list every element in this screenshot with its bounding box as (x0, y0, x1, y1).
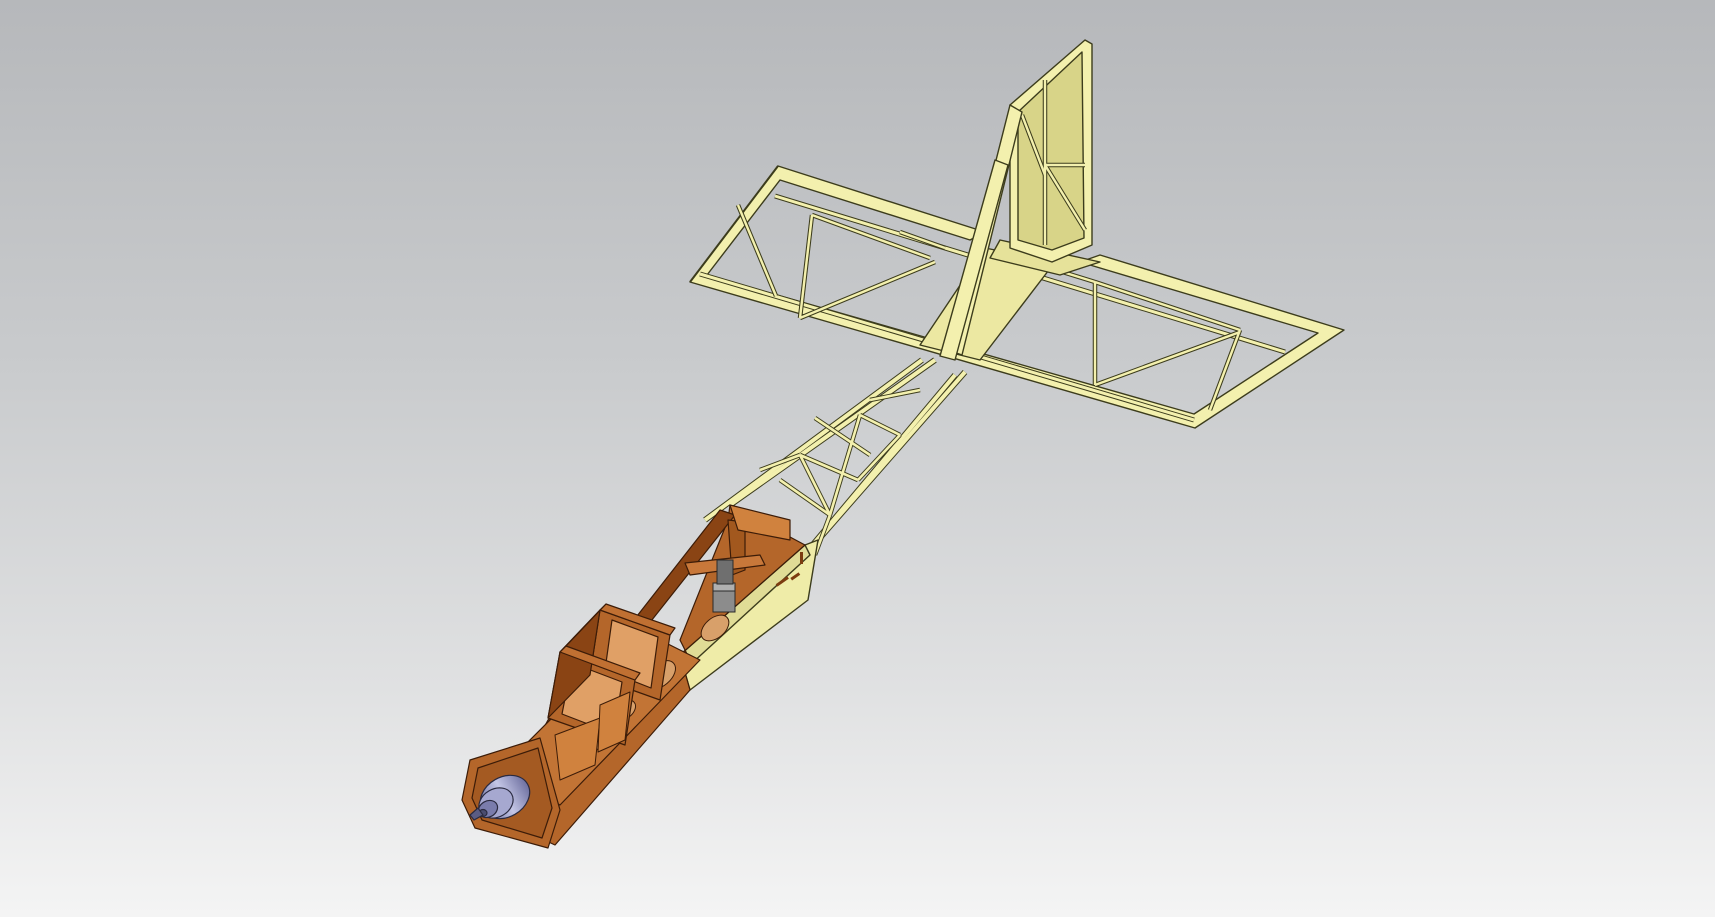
airframe-model[interactable] (0, 0, 1715, 917)
cad-viewport[interactable] (0, 0, 1715, 917)
